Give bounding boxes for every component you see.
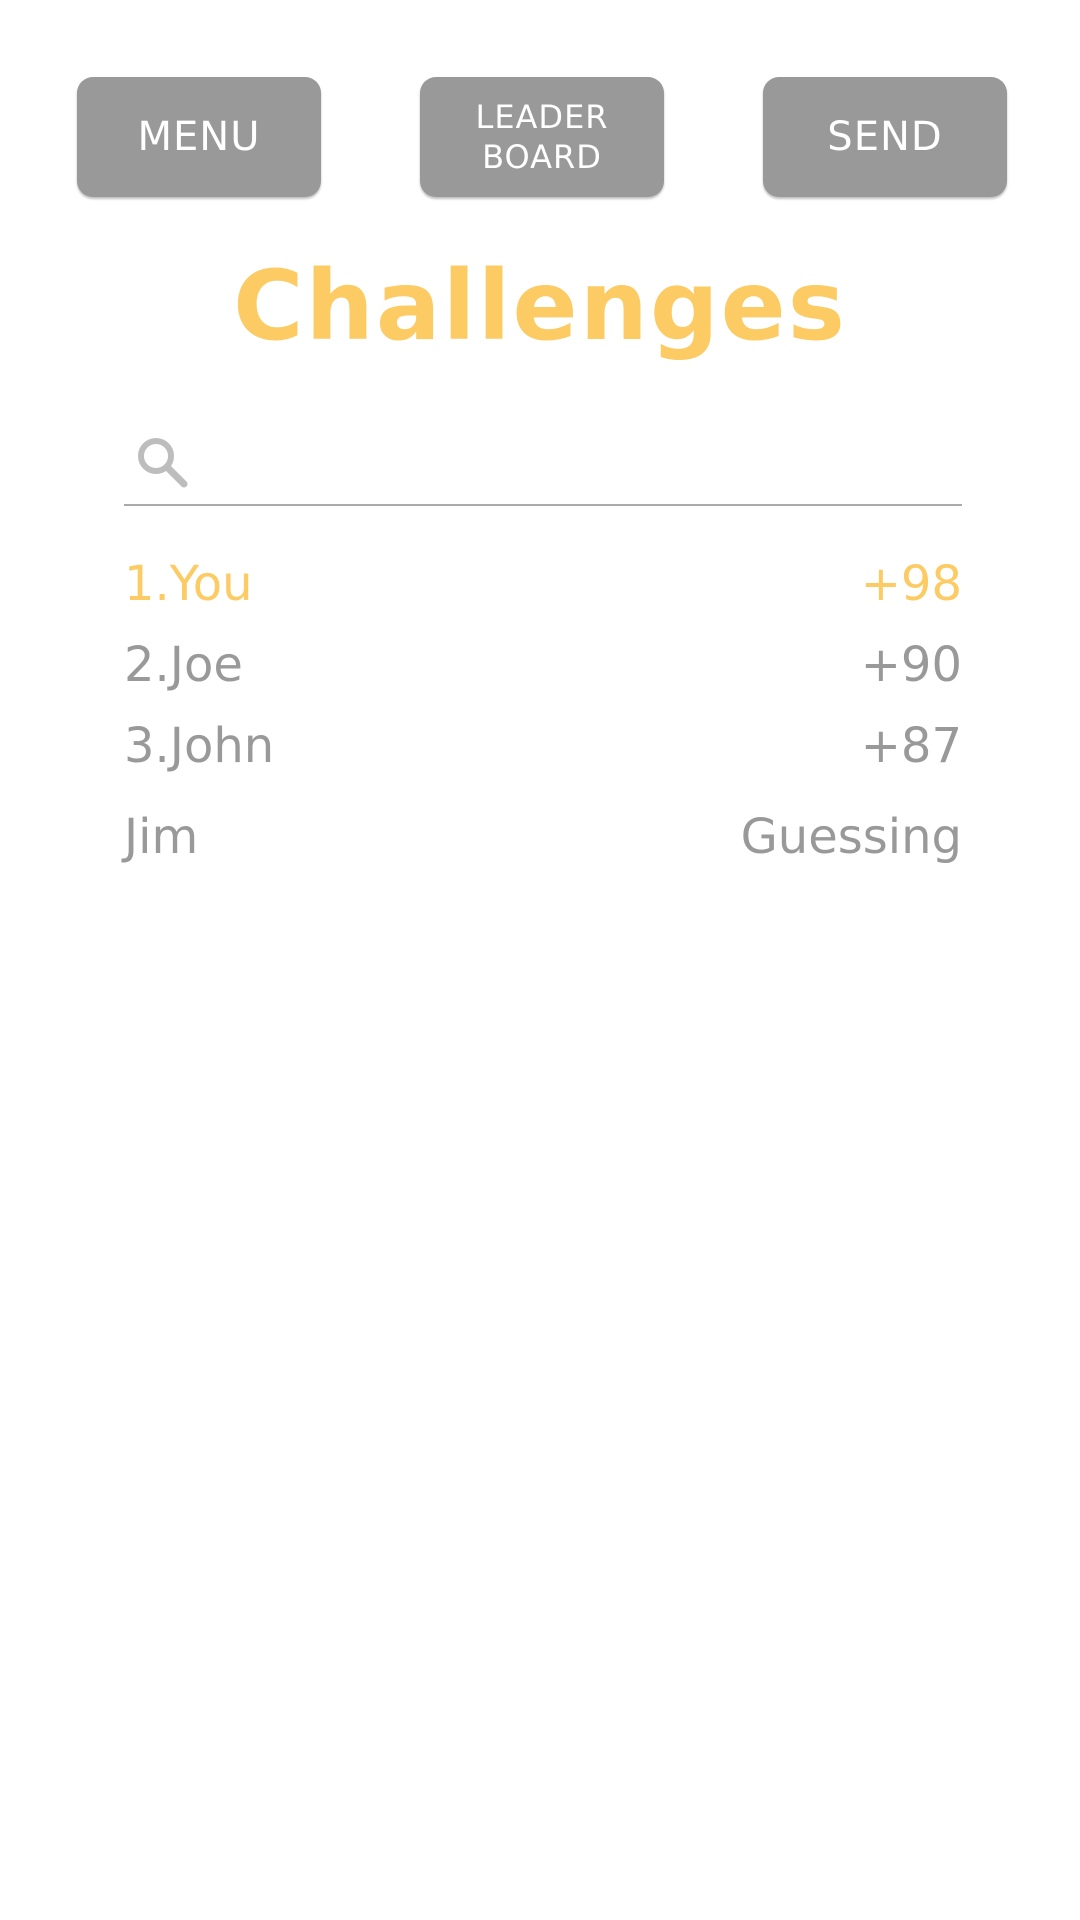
send-button[interactable]: SEND: [763, 77, 1007, 197]
list-item[interactable]: 1.You +98: [124, 548, 962, 629]
search-icon[interactable]: [132, 432, 192, 492]
menu-button-label: MENU: [137, 114, 261, 160]
leaderboard-button-label-line2: BOARD: [482, 138, 602, 176]
menu-button[interactable]: MENU: [77, 77, 321, 197]
leaderboard-button[interactable]: LEADER BOARD: [420, 77, 664, 197]
player-score: +98: [860, 556, 962, 612]
player-name: 2.Joe: [124, 637, 243, 693]
player-name: Jim: [124, 809, 199, 865]
player-score: +90: [860, 637, 962, 693]
list-item[interactable]: 2.Joe +90: [124, 629, 962, 710]
player-name: 3.John: [124, 718, 275, 774]
page-title: Challenges: [233, 250, 847, 362]
challenge-list: 1.You +98 2.Joe +90 3.John +87 Jim Guess…: [124, 548, 962, 882]
list-item[interactable]: 3.John +87: [124, 710, 962, 791]
player-name: 1.You: [124, 556, 253, 612]
search-bar: [124, 420, 962, 506]
send-button-label: SEND: [827, 114, 943, 160]
player-score: +87: [860, 718, 962, 774]
leaderboard-button-label-line1: LEADER: [475, 98, 609, 136]
player-status: Guessing: [740, 809, 962, 865]
list-item[interactable]: Jim Guessing: [124, 801, 962, 882]
top-toolbar: MENU LEADER BOARD SEND: [77, 77, 1007, 197]
search-input[interactable]: [208, 430, 952, 492]
